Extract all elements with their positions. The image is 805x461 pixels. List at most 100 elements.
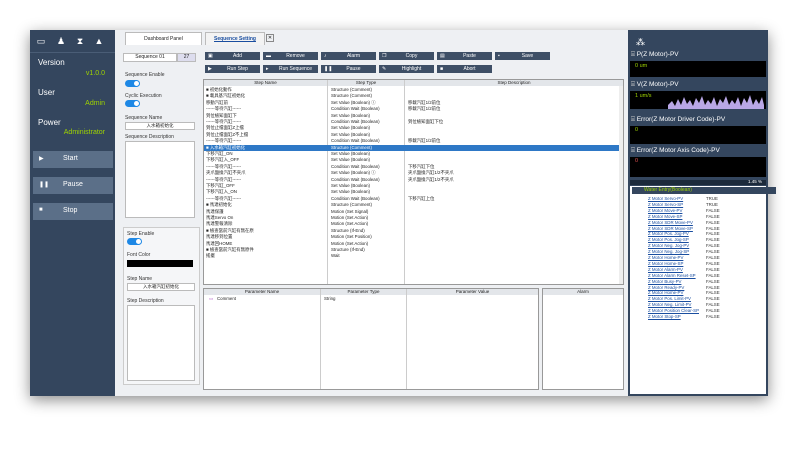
pause-step-button[interactable]: ❚❚ Pause	[321, 65, 376, 73]
sequence-select[interactable]: Sequence 01	[123, 53, 177, 62]
paste-icon: ▤	[440, 53, 445, 59]
signal-name: Z Motor Move-PV	[648, 207, 683, 213]
signal-name: Z Motor Servo-SP	[648, 201, 684, 207]
alarm-icon[interactable]: ♟	[56, 36, 66, 46]
pause-button[interactable]: ❚❚ Pause	[33, 177, 113, 194]
signal-row[interactable]: Z Motor Stop-SP FALSE	[648, 314, 758, 320]
signal-name: Z Motor Stop-SP	[648, 314, 681, 319]
signal-name: Z Motor SDR Move-SP	[648, 225, 693, 231]
signal-name: Z Motor Busy-PV	[648, 278, 682, 284]
remove-icon: ▬	[266, 53, 271, 59]
add-button[interactable]: ▣ Add	[205, 52, 260, 60]
alarm-header[interactable]: Alarm	[543, 289, 623, 295]
copy-button[interactable]: ❐ Copy	[379, 52, 434, 60]
parameter-name-cell: Comment	[217, 296, 237, 301]
signal-name: Z Motor Alarm-PV	[648, 266, 683, 272]
top-icon-bar: ▭ ♟ ⧗ ▲	[30, 30, 115, 53]
step-enable-toggle[interactable]	[127, 238, 142, 245]
save-button[interactable]: ▪ Save	[495, 52, 550, 60]
step-row[interactable]: 搖擺 Wait	[204, 253, 619, 259]
alarm-button[interactable]: ♪ Alarm	[321, 52, 376, 60]
plot3-title: ⌸ Error(Z Motor Driver Code)-PV	[631, 116, 725, 124]
start-button[interactable]: ▶ Start	[33, 151, 113, 168]
copy-label: Copy	[405, 53, 418, 59]
water-entry-label: Water Entry(Boolean)	[644, 187, 692, 193]
signal-name: Z Motor Position Clear-SP	[648, 308, 699, 314]
water-entry-row[interactable]: Water Entry(Boolean)	[632, 187, 776, 194]
abort-button[interactable]: ■ Abort	[437, 65, 492, 73]
velocity-plot: 1 um/s	[630, 91, 766, 109]
signal-name: Z Motor Alarm Reset-SP	[648, 272, 696, 278]
plot2-title-text: V(Z Motor)-PV	[636, 81, 679, 88]
highlight-icon: ✎	[382, 66, 387, 72]
power-value: Administrator	[63, 129, 105, 136]
run-sequence-button[interactable]: ▸ Run Sequence	[263, 65, 318, 73]
plot1-title-text: P(Z Motor)-PV	[636, 51, 679, 58]
signal-name: Z Motor Neg. Jog-PV	[648, 243, 690, 249]
parameter-value-header[interactable]: Parameter Value	[407, 289, 538, 295]
parameter-type-cell: String	[324, 296, 336, 301]
step-table: Step Name Step Type Step Description ■ 初…	[203, 79, 624, 285]
warning-icon[interactable]: ▲	[94, 36, 104, 46]
sequence-name-label: Sequence Name	[125, 115, 163, 121]
run-step-button[interactable]: ▶ Run Step	[205, 65, 260, 73]
run-step-label: Run Step	[227, 66, 248, 72]
cyclic-execution-toggle[interactable]	[125, 100, 140, 107]
folder-icon[interactable]: ▭	[36, 36, 46, 46]
axis-error-value: 0	[635, 158, 639, 164]
step-type-header[interactable]: Step Type	[328, 80, 405, 86]
parameter-table: Parameter Name Parameter Type Parameter …	[203, 288, 539, 390]
stop-button[interactable]: ■ Stop	[33, 203, 113, 220]
signal-name: Z Motor Pos. Jog-SP	[648, 237, 689, 243]
pause-label: Pause	[63, 181, 83, 188]
highlight-label: Highlight	[401, 66, 422, 72]
paste-button[interactable]: ▤ Paste	[437, 52, 492, 60]
tab-dashboard[interactable]: Dashboard Panel	[125, 32, 202, 45]
parameter-type-header[interactable]: Parameter Type	[321, 289, 407, 295]
paste-label: Paste	[463, 53, 476, 59]
step-name-input[interactable]: 入水箱汽缸初始化	[127, 283, 195, 291]
step-description-input[interactable]	[127, 305, 195, 381]
power-label: Power	[38, 118, 61, 127]
signal-value: FALSE	[706, 314, 720, 319]
position-plot-value: 0 um	[635, 63, 648, 69]
hourglass-icon[interactable]: ⧗	[75, 36, 85, 46]
signal-name: Z Motor Neg. Limit-PV	[648, 302, 692, 308]
run-sequence-label: Run Sequence	[278, 66, 313, 72]
driver-error-plot: 0	[630, 126, 766, 144]
sequence-description-input[interactable]	[125, 141, 195, 218]
left-panel: ▭ ♟ ⧗ ▲ Version v1.0.0 User Admin Power …	[30, 30, 115, 396]
signal-name: Z Motor Pos. Limit-PV	[648, 296, 691, 302]
step-name-header[interactable]: Step Name	[204, 80, 328, 86]
tab-sequence-setting[interactable]: Sequence Setting	[205, 32, 265, 45]
abort-icon: ■	[440, 66, 444, 72]
step-table-scrollbar[interactable]	[619, 86, 623, 284]
step-name-label: Step Name	[127, 276, 153, 282]
font-color-swatch[interactable]	[127, 260, 193, 267]
step-description-header[interactable]: Step Description	[405, 80, 623, 86]
cyclic-execution-label: Cyclic Execution	[125, 93, 162, 99]
step-name-cell: 搖擺	[206, 253, 215, 259]
user-value: Admin	[85, 100, 105, 107]
main-area: Dashboard Panel Sequence Setting ✕ Seque…	[115, 30, 628, 396]
stop-label: Stop	[63, 207, 78, 214]
pause-icon: ❚❚	[39, 182, 50, 188]
plot4-title: ⌸ Error(Z Motor Axis Code)-PV	[631, 147, 720, 155]
user-label: User	[38, 88, 55, 97]
version-value: v1.0.0	[85, 70, 105, 77]
sequence-enable-toggle[interactable]	[125, 80, 140, 87]
app-window: ▭ ♟ ⧗ ▲ Version v1.0.0 User Admin Power …	[30, 30, 776, 396]
fast-forward-icon: ▸	[266, 66, 269, 72]
parameter-row[interactable]: ▭ Comment String	[204, 296, 534, 302]
sequence-name-input[interactable]: 入水箱初始化	[125, 122, 195, 130]
step-type-cell: Wait	[331, 253, 340, 259]
monitor-settings-icon[interactable]: ⁂	[636, 37, 645, 48]
highlight-button[interactable]: ✎ Highlight	[379, 65, 434, 73]
parameter-name-header[interactable]: Parameter Name	[204, 289, 321, 295]
add-icon: ▣	[208, 53, 213, 59]
plot4-title-text: Error(Z Motor Axis Code)-PV	[636, 147, 720, 154]
tab-close-icon[interactable]: ✕	[266, 34, 274, 42]
remove-button[interactable]: ▬ Remove	[263, 52, 318, 60]
signal-name: Z Motor Servo-PV	[648, 196, 684, 201]
driver-error-value: 0	[635, 127, 639, 133]
